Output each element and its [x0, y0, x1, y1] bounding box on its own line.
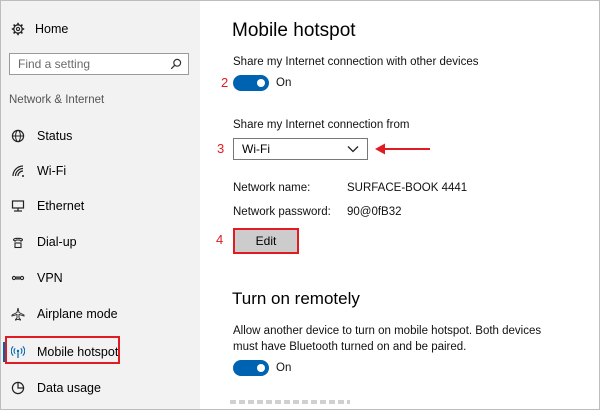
main-content: Mobile hotspot Share my Internet connect… [200, 0, 600, 410]
network-password-label: Network password: [233, 206, 331, 218]
share-toggle[interactable] [233, 75, 269, 91]
share-toggle-state: On [276, 77, 292, 89]
step-3-label: 3 [217, 141, 225, 156]
sidebar-item-label: VPN [37, 271, 63, 285]
airplane-icon [11, 307, 25, 321]
remote-description-line2: must have Bluetooth turned on and be pai… [233, 341, 467, 353]
remote-description-line1: Allow another device to turn on mobile h… [233, 325, 542, 337]
edit-button[interactable]: Edit [233, 228, 299, 254]
gear-icon [11, 22, 25, 36]
wifi-icon [12, 165, 24, 177]
toggle-knob [257, 364, 265, 372]
sidebar-item-label: Wi-Fi [37, 164, 67, 178]
section-label: Network & Internet [9, 94, 105, 106]
sidebar-item-wifi[interactable]: Wi-Fi [11, 161, 66, 181]
step-2-label: 2 [221, 75, 229, 90]
left-arrow-icon [375, 143, 430, 155]
globe-icon [11, 129, 25, 143]
sidebar-item-label: Airplane mode [37, 307, 118, 321]
remote-toggle[interactable] [233, 360, 269, 376]
search-box[interactable] [9, 53, 189, 75]
search-input[interactable] [18, 57, 158, 71]
remote-toggle-state: On [276, 362, 292, 374]
network-name-value: SURFACE-BOOK 4441 [347, 182, 468, 194]
sidebar-item-label: Data usage [37, 381, 101, 395]
vpn-icon [11, 275, 25, 281]
share-from-dropdown[interactable]: Wi-Fi [233, 138, 368, 160]
sidebar-item-data-usage[interactable]: Data usage [11, 378, 101, 398]
highlight-box-mobile-hotspot [5, 336, 120, 364]
share-from-label: Share my Internet connection from [233, 119, 410, 131]
sidebar-item-vpn[interactable]: VPN [11, 268, 63, 288]
ethernet-icon [11, 200, 25, 212]
network-name-label: Network name: [233, 182, 311, 194]
home-label: Home [35, 22, 69, 36]
page-title: Mobile hotspot [232, 20, 356, 41]
cutoff-content [230, 400, 350, 404]
toggle-knob [257, 79, 265, 87]
sidebar-item-ethernet[interactable]: Ethernet [11, 196, 84, 216]
step-4-label: 4 [216, 232, 224, 247]
network-password-value: 90@0fB32 [347, 206, 402, 218]
share-label: Share my Internet connection with other … [233, 56, 479, 68]
chevron-down-icon [347, 146, 359, 153]
phone-icon [12, 237, 24, 249]
search-icon[interactable] [170, 58, 182, 70]
sidebar-item-airplane[interactable]: Airplane mode [11, 304, 118, 324]
sidebar-item-label: Status [37, 129, 73, 143]
sidebar-item-status[interactable]: Status [11, 126, 72, 146]
data-usage-icon [11, 381, 25, 395]
sidebar-item-label: Dial-up [37, 235, 77, 249]
dropdown-value: Wi-Fi [242, 142, 270, 156]
sidebar-item-dialup[interactable]: Dial-up [11, 232, 77, 252]
home-nav[interactable]: Home [11, 19, 68, 39]
sidebar-item-label: Ethernet [37, 199, 85, 213]
remote-section-title: Turn on remotely [232, 289, 360, 308]
